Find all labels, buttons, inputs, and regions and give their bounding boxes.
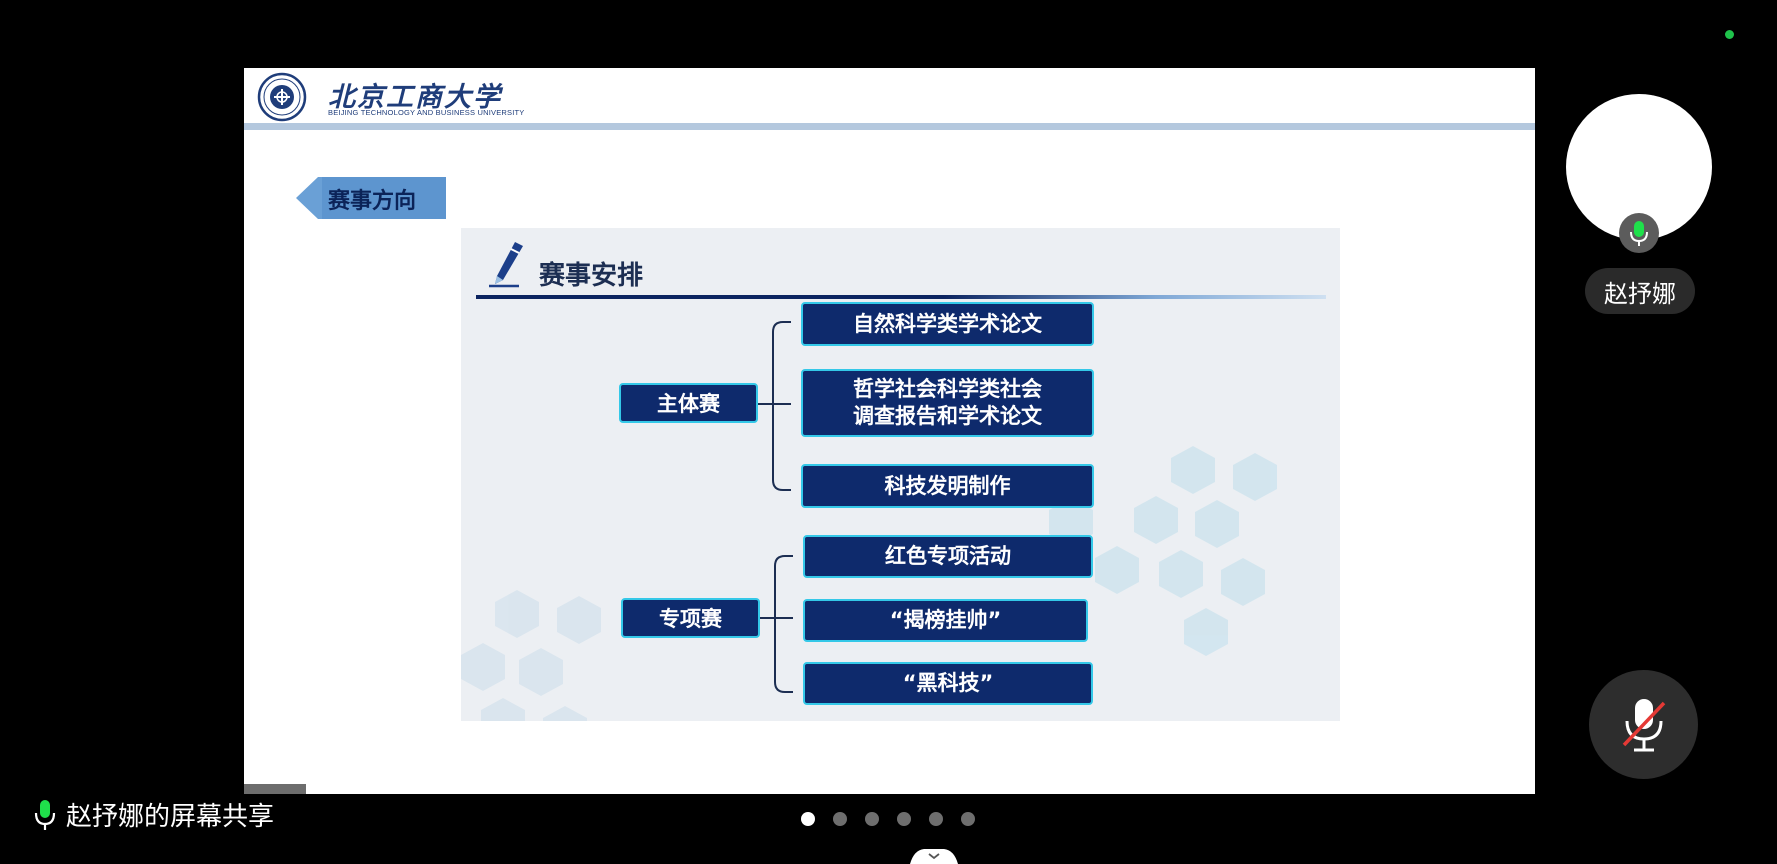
page-dot-5[interactable]: [929, 812, 943, 826]
participant-mic-badge: [1619, 213, 1659, 253]
section-tag: 赛事方向: [328, 189, 417, 214]
mic-green-icon: [34, 799, 56, 830]
chevron-down-icon[interactable]: [910, 848, 958, 864]
slide-header: 北京工商大学 BEIJING TECHNOLOGY AND BUSINESS U…: [244, 68, 1535, 130]
page-dot-2[interactable]: [833, 812, 847, 826]
header-divider: [244, 123, 1535, 130]
mic-active-icon: [1630, 221, 1648, 246]
category-special-race: 专项赛: [621, 598, 760, 638]
slide-scroll-thumb[interactable]: [244, 784, 306, 794]
category-main-race: 主体赛: [619, 383, 758, 423]
status-dot: [1725, 30, 1734, 39]
item-natural-science-paper: 自然科学类学术论文: [801, 302, 1094, 346]
screen-share-text: 赵抒娜的屏幕共享: [66, 802, 275, 832]
page-dot-1[interactable]: [801, 812, 815, 826]
screen-share-label: 赵抒娜的屏幕共享: [34, 796, 274, 833]
item-social-science-report: 哲学社会科学类社会 调查报告和学术论文: [801, 369, 1094, 437]
content-panel: 赛事安排 主体赛 自然科学类学术论文 哲学社会科学类社会 调查报告和学术论文 科…: [461, 228, 1340, 721]
page-dot-3[interactable]: [865, 812, 879, 826]
shared-screen-slide: 北京工商大学 BEIJING TECHNOLOGY AND BUSINESS U…: [244, 68, 1535, 794]
page-dot-4[interactable]: [897, 812, 911, 826]
item-invention: 科技发明制作: [801, 464, 1094, 508]
university-name-en: BEIJING TECHNOLOGY AND BUSINESS UNIVERSI…: [328, 108, 525, 117]
page-indicator: [801, 812, 975, 826]
item-black-tech: “黑科技”: [803, 662, 1093, 705]
page-dot-6[interactable]: [961, 812, 975, 826]
university-seal-icon: [257, 72, 307, 122]
participant-name: 赵抒娜: [1585, 268, 1695, 314]
mic-muted-icon: [1622, 698, 1665, 751]
item-jiebang-guashuai: “揭榜挂帅”: [803, 599, 1088, 642]
item-red-special: 红色专项活动: [803, 535, 1093, 578]
mute-button[interactable]: [1589, 670, 1698, 779]
